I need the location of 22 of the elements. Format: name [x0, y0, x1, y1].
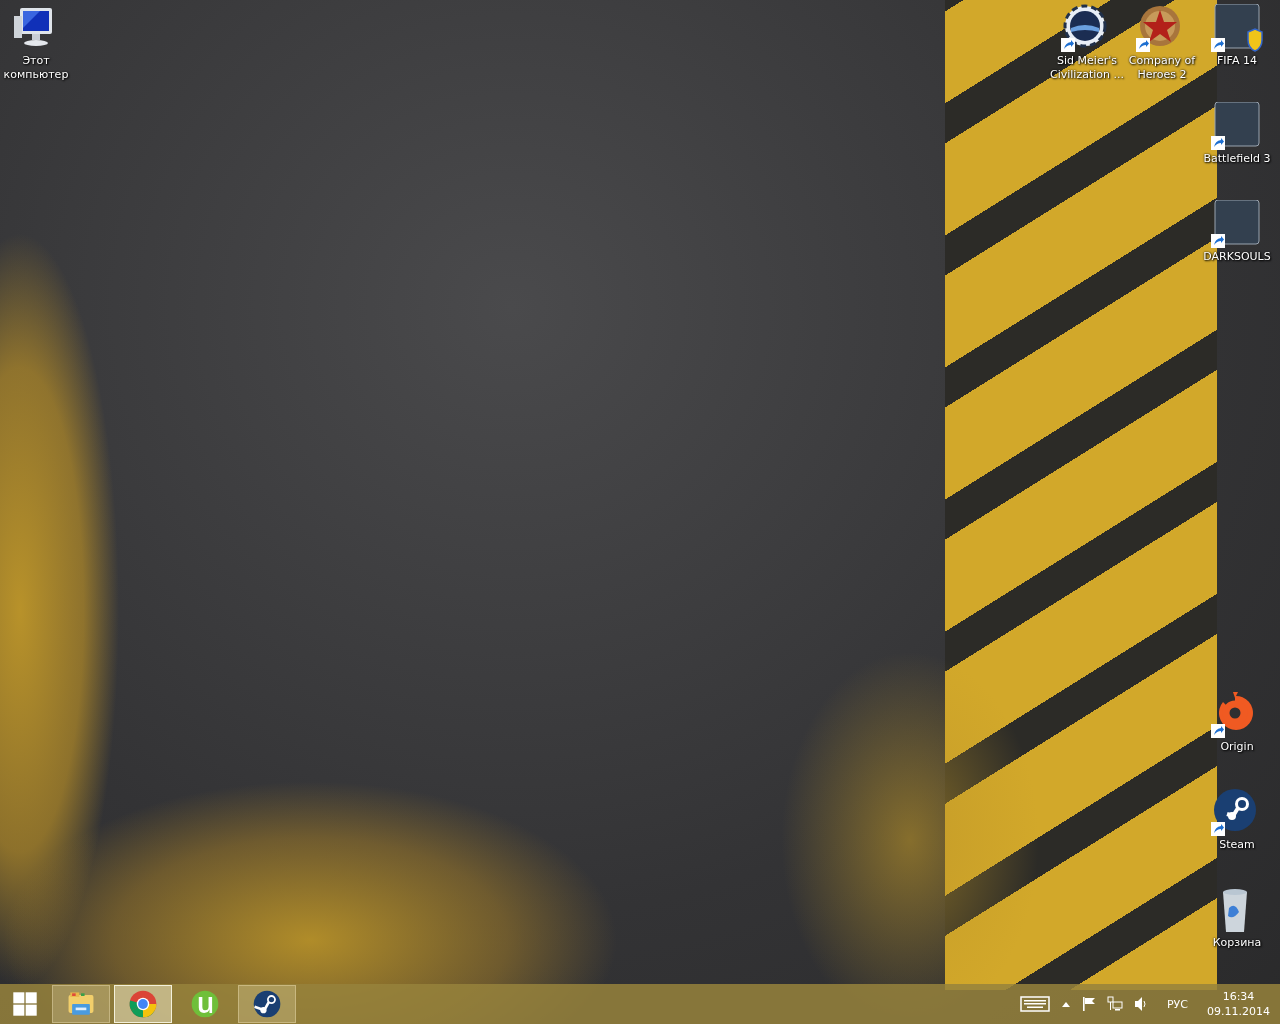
shortcut-label: Этот компьютер — [2, 54, 70, 82]
desktop-shortcut[interactable]: Этот компьютер — [0, 4, 74, 82]
browser-logo-icon — [127, 988, 159, 1020]
network-icon[interactable] — [1107, 996, 1123, 1012]
language-indicator[interactable]: РУС — [1167, 997, 1188, 1011]
taskbar-button[interactable] — [238, 985, 296, 1023]
shortcut-label: FIFA 14 — [1216, 54, 1258, 68]
clock-time[interactable]: 16:34 — [1222, 989, 1255, 1004]
steam-logo-icon — [251, 988, 283, 1020]
windows-logo-icon — [12, 991, 38, 1017]
desktop-shortcut[interactable]: Steam — [1199, 788, 1275, 852]
shortcut-label: Steam — [1218, 838, 1256, 852]
shortcut-label: Origin — [1219, 740, 1255, 754]
keyboard-icon[interactable] — [1020, 996, 1050, 1012]
desktop-shortcut[interactable]: FIFA 14 — [1199, 4, 1275, 68]
shortcut-label: Company of Heroes 2 — [1127, 54, 1197, 82]
desktop-shortcut[interactable]: Origin — [1199, 690, 1275, 754]
show-hidden-icons-arrow-icon[interactable] — [1061, 1000, 1071, 1008]
flag-icon[interactable] — [1082, 996, 1096, 1012]
clock-date[interactable]: 09.11.2014 — [1207, 1004, 1270, 1019]
torrent-logo-icon — [189, 988, 221, 1020]
speaker-icon[interactable] — [1134, 996, 1148, 1012]
